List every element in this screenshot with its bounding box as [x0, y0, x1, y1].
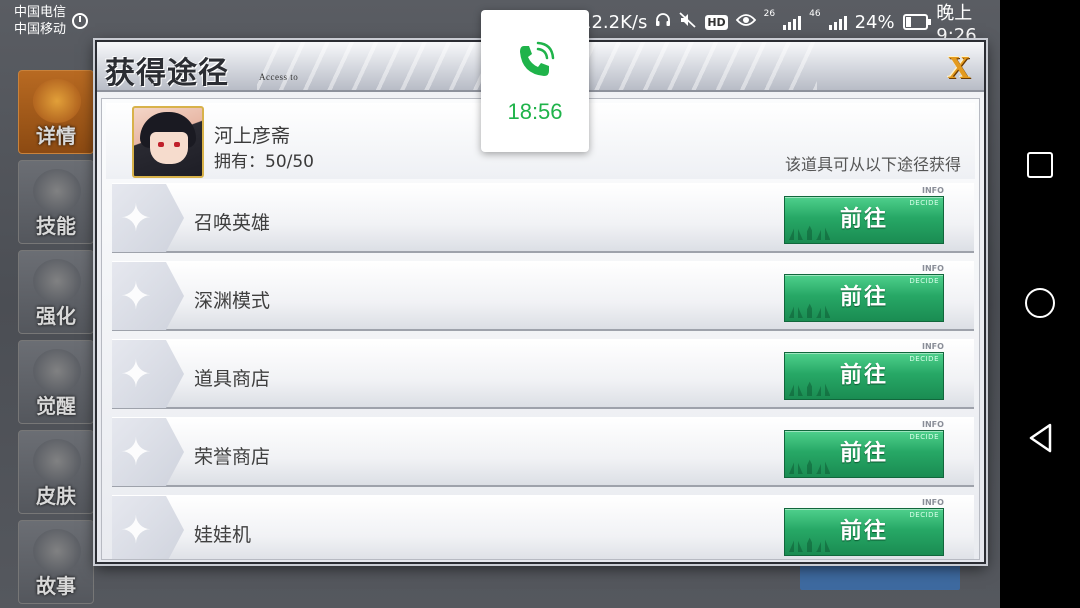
- bg-tab-details: 详情: [18, 70, 94, 154]
- source-label: 荣誉商店: [194, 446, 271, 468]
- eye-icon: [735, 13, 756, 31]
- carrier-1-label: 中国电信: [14, 5, 67, 20]
- awaken-icon: [33, 349, 81, 393]
- signal-2-icon: [828, 14, 847, 30]
- network-speed: 12.2K/s: [580, 11, 648, 33]
- navigation-bar: [1000, 0, 1080, 608]
- row-emblem: ✦: [112, 262, 184, 330]
- phone-call-icon: [514, 40, 556, 82]
- row-emblem: ✦: [112, 496, 184, 559]
- go-button-claw-machine[interactable]: DECIDE 前往: [784, 508, 944, 556]
- info-tag: INFO: [922, 342, 944, 351]
- owned-label: 拥有：: [214, 152, 265, 172]
- owned-value: 50/50: [265, 152, 314, 172]
- recents-button[interactable]: [1027, 152, 1053, 178]
- bg-tab-skin: 皮肤: [18, 430, 94, 514]
- ongoing-call-bubble[interactable]: 18:56: [481, 10, 589, 152]
- star-icon: ✦: [120, 274, 152, 318]
- source-row-honor-shop: ✦ 荣誉商店 INFO DECIDE 前往: [112, 417, 974, 487]
- info-tag: INFO: [922, 498, 944, 507]
- source-label: 深渊模式: [194, 290, 271, 312]
- network-type-1: 26: [763, 9, 776, 19]
- go-button-label: 前往: [839, 441, 888, 466]
- battery-percent: 24%: [854, 11, 895, 33]
- background-sidebar: 详情 技能 强化 觉醒 皮肤 故事: [18, 70, 94, 608]
- signal-1-icon: [783, 14, 802, 30]
- story-icon: [33, 529, 81, 573]
- bg-tab-label: 强化: [36, 304, 76, 328]
- skin-icon: [33, 439, 81, 483]
- row-emblem: ✦: [112, 184, 184, 252]
- skills-icon: [33, 169, 81, 213]
- enhance-icon: [33, 259, 81, 303]
- info-tag: INFO: [922, 186, 944, 195]
- star-icon: ✦: [120, 430, 152, 474]
- go-button-honor-shop[interactable]: DECIDE 前往: [784, 430, 944, 478]
- source-row-claw-machine: ✦ 娃娃机 INFO DECIDE 前往: [112, 495, 974, 559]
- bg-tab-enhance: 强化: [18, 250, 94, 334]
- bg-tab-label: 觉醒: [36, 394, 76, 418]
- source-row-item-shop: ✦ 道具商店 INFO DECIDE 前往: [112, 339, 974, 409]
- go-button-label: 前往: [839, 285, 888, 310]
- bg-tab-label: 详情: [36, 124, 76, 148]
- battery-fill: [905, 17, 912, 27]
- item-source-hint: 该道具可从以下途径获得: [784, 155, 961, 174]
- go-button-label: 前往: [839, 519, 888, 544]
- bg-tab-story: 故事: [18, 520, 94, 604]
- battery-icon: [902, 14, 931, 30]
- bg-tab-label: 技能: [36, 214, 76, 238]
- go-button-summon[interactable]: DECIDE 前往: [784, 196, 944, 244]
- row-emblem: ✦: [112, 340, 184, 408]
- item-owned: 拥有：50/50: [214, 147, 314, 172]
- close-button[interactable]: X: [944, 50, 974, 84]
- item-avatar: [132, 106, 204, 178]
- carrier-info: 中国电信 中国移动: [14, 4, 66, 38]
- bg-tab-label: 皮肤: [36, 484, 76, 508]
- status-indicators: 12.2K/s HD 26 46 24% 晚上9:26: [580, 3, 1000, 46]
- item-name: 河上彦斋: [214, 125, 291, 147]
- info-tag: INFO: [922, 264, 944, 273]
- mute-icon: [679, 12, 697, 32]
- bg-tab-awaken: 觉醒: [18, 340, 94, 424]
- dialog-title: 获得途径: [105, 56, 229, 91]
- carrier-2-label: 中国移动: [14, 22, 67, 37]
- source-label: 召唤英雄: [194, 212, 271, 234]
- details-icon: [33, 79, 81, 123]
- background-upgrade-button: [800, 560, 960, 590]
- clock: 晚上9:26: [936, 2, 977, 46]
- dialog-body: 河上彦斋 拥有：50/50 该道具可从以下途径获得 ✦ 召唤英雄 INFO DE…: [101, 98, 980, 560]
- star-icon: ✦: [120, 196, 152, 240]
- home-button[interactable]: [1025, 288, 1055, 318]
- star-icon: ✦: [120, 352, 152, 396]
- source-label: 道具商店: [194, 368, 271, 390]
- hd-icon: HD: [705, 14, 728, 30]
- star-icon: ✦: [120, 508, 152, 552]
- go-button-abyss[interactable]: DECIDE 前往: [784, 274, 944, 322]
- network-type-2: 46: [809, 9, 821, 19]
- headset-icon: [655, 12, 671, 32]
- info-tag: INFO: [922, 420, 944, 429]
- timer-icon: [72, 13, 88, 29]
- source-row-summon: ✦ 召唤英雄 INFO DECIDE 前往: [112, 183, 974, 253]
- back-button[interactable]: [1026, 422, 1056, 454]
- bg-tab-label: 故事: [36, 574, 76, 598]
- dialog-subtitle: Access to: [259, 72, 299, 82]
- bg-tab-skills: 技能: [18, 160, 94, 244]
- row-emblem: ✦: [112, 418, 184, 486]
- go-button-label: 前往: [839, 207, 888, 232]
- source-label: 娃娃机: [194, 524, 252, 546]
- call-duration: 18:56: [507, 99, 563, 124]
- go-button-item-shop[interactable]: DECIDE 前往: [784, 352, 944, 400]
- source-row-abyss: ✦ 深渊模式 INFO DECIDE 前往: [112, 261, 974, 331]
- go-button-label: 前往: [839, 363, 888, 388]
